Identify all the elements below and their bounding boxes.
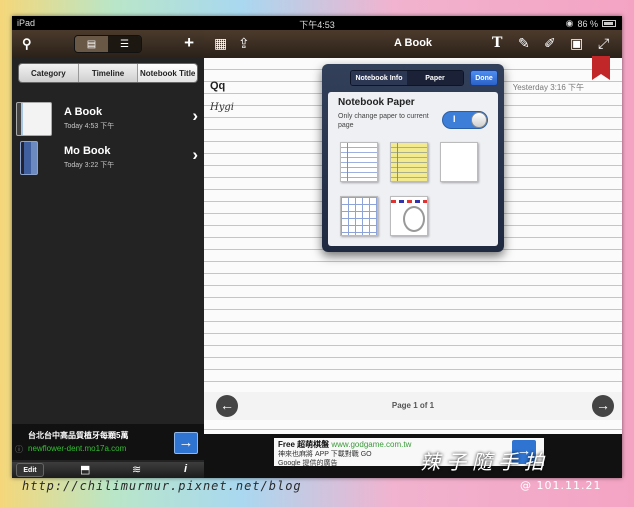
page-indicator: Page 1 of 1 [391,401,435,410]
paper-options: Notebook Paper Only change paper to curr… [328,92,498,246]
add-notebook-button[interactable]: + [184,33,194,53]
chevron-right-icon[interactable]: › [192,145,198,165]
lock-rotation-icon: ◉ [565,18,574,28]
note-first-line: Qq [210,80,226,92]
paper-option-lined-yellow[interactable] [390,142,428,182]
inbox-icon[interactable]: ⬒ [80,463,90,476]
paper-popover: Notebook Info Paper Done Notebook Paper … [322,64,504,252]
current-page-toggle[interactable]: I [442,111,488,129]
status-bar: iPad 下午4:53 ◉ 86 % [12,16,622,30]
tab-notebook-title[interactable]: Notebook Title [138,64,197,82]
text-tool-icon[interactable]: T [492,35,502,51]
popover-tabs: Notebook Info Paper [350,70,464,86]
ad-attribution: Google 提供的廣告 [278,460,338,467]
info-icon[interactable]: i [184,463,187,475]
tab-timeline[interactable]: Timeline [78,64,139,82]
notebook-toolbar: ▦ ⇪ A Book T ✎ ✐ ▣ ⤢ [204,30,622,58]
search-icon[interactable]: ⚲ [22,36,32,52]
view-mode-toggle: ▤ ☰ [74,35,142,53]
sidebar-toolbar: ⚲ ▤ ☰ + [12,30,204,58]
note-handwriting: Hygi [210,102,234,113]
battery-percent: 86 % [577,18,598,29]
tab-paper[interactable]: Paper [407,71,463,85]
notebook-title-heading: A Book [393,37,433,49]
wifi-icon[interactable]: ≋ [132,463,141,476]
arrow-right-icon[interactable]: → [174,432,198,454]
sidebar-ad-banner[interactable]: 台北台中高品質植牙每顆5萬 newflower-dent.mo17a.com ⓘ… [12,424,204,460]
sort-tabs: Category Timeline Notebook Title [18,63,198,83]
tab-notebook-info[interactable]: Notebook Info [351,71,407,85]
notebook-item[interactable]: Mo Book Today 3:22 下午 › [16,141,200,175]
watermark-signature: 辣子隨手拍 [420,450,550,474]
ad-title: Free 超萌棋盤 [278,440,330,449]
image-icon[interactable]: ▣ [570,35,583,52]
ipad-screen: iPad 下午4:53 ◉ 86 % ⚲ ▤ ☰ + Category Time… [12,16,622,478]
notebook-date: Today 3:22 下午 [64,162,115,169]
notebook-title: A Book [64,106,103,118]
pen-icon[interactable]: ✎ [518,35,530,52]
watermark-date: @ 101.11.21 [520,479,602,492]
marker-icon[interactable]: ✐ [544,35,556,52]
paper-option-lined-white[interactable] [340,142,378,182]
sidebar: ⚲ ▤ ☰ + Category Timeline Notebook Title… [12,30,204,478]
paper-option-plain[interactable] [440,142,478,182]
page-navigator: ← Page 1 of 1 → [204,392,622,420]
toggle-knob [471,112,487,128]
notebook-cover-icon [16,102,52,136]
notebook-item[interactable]: A Book Today 4:53 下午 › [16,102,200,136]
chevron-right-icon[interactable]: › [192,106,198,126]
tab-category[interactable]: Category [19,64,79,82]
paper-option-grid[interactable] [340,196,378,236]
notebook-cover-icon [20,141,38,175]
ad-info-icon[interactable]: ⓘ [15,444,23,455]
ad-url: www.godgame.com.tw [331,440,412,449]
notebook-title: Mo Book [64,145,111,157]
next-page-icon[interactable]: → [592,395,614,417]
ad-url: newflower-dent.mo17a.com [28,444,127,453]
detail-view-icon[interactable]: ☰ [108,36,141,52]
sidebar-bottom-bar: Edit ⬒ ≋ i [12,462,204,478]
watermark-blog-url: http://chilimurmur.pixnet.net/blog [22,479,302,493]
expand-icon[interactable]: ⤢ [598,35,609,52]
done-button[interactable]: Done [470,70,498,86]
ad-headline: 台北台中高品質植牙每顆5萬 [28,431,129,440]
popover-title: Notebook Paper [338,97,415,108]
battery-icon [602,20,616,27]
toggle-on-mark: I [453,114,456,124]
notebook-date: Today 4:53 下午 [64,123,115,130]
popover-subtitle: Only change paper to current page [338,113,429,129]
bottom-ad-banner[interactable]: Free 超萌棋盤 www.godgame.com.tw 神來也麻將 APP 下… [204,434,622,478]
note-date: Yesterday 3:16 下午 [512,83,584,92]
status-right: ◉ 86 % [566,18,616,29]
list-view-icon[interactable]: ▤ [75,36,108,52]
paper-option-airmail[interactable] [390,196,428,236]
edit-button[interactable]: Edit [16,463,44,477]
